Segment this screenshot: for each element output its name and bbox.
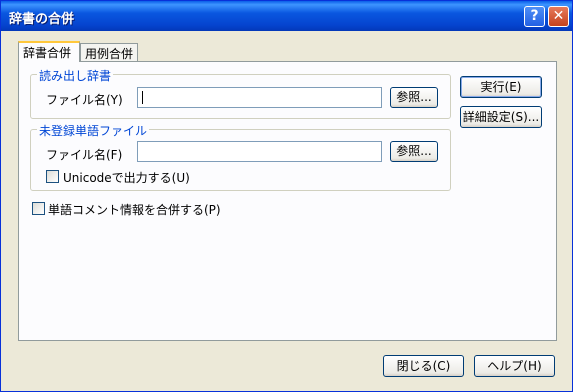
detail-settings-button[interactable]: 詳細設定(S)... xyxy=(460,106,542,128)
group-legend: 読み出し辞書 xyxy=(37,67,114,84)
group-legend: 未登録単語ファイル xyxy=(37,122,150,139)
close-button[interactable]: 閉じる(C) xyxy=(383,355,464,377)
tab-label: 辞書合併 xyxy=(23,46,72,60)
tab-example-merge[interactable]: 用例合併 xyxy=(80,43,138,62)
title-bar[interactable]: 辞書の合併 ? ✕ xyxy=(1,1,572,31)
merge-comment-checkbox[interactable] xyxy=(32,202,45,215)
merge-dictionary-window: 辞書の合併 ? ✕ 辞書合併 用例合併 読み出し辞書 ファイル名(Y) 参照..… xyxy=(0,0,573,392)
run-button[interactable]: 実行(E) xyxy=(460,76,542,98)
merge-comment-label[interactable]: 単語コメント情報を合併する(P) xyxy=(48,201,221,218)
tab-label: 用例合併 xyxy=(85,47,134,61)
close-icon[interactable]: ✕ xyxy=(548,6,569,27)
unicode-output-label[interactable]: Unicodeで出力する(U) xyxy=(63,169,190,186)
tab-dictionary-merge[interactable]: 辞書合併 xyxy=(18,41,80,62)
help-icon[interactable]: ? xyxy=(524,6,545,27)
text-cursor xyxy=(142,91,143,104)
file-name-label: ファイル名(Y) xyxy=(46,93,123,107)
help-button[interactable]: ヘルプ(H) xyxy=(474,355,555,377)
file-name-label: ファイル名(F) xyxy=(46,148,123,162)
browse-reading-button[interactable]: 参照... xyxy=(390,87,438,108)
reading-file-input[interactable] xyxy=(137,87,382,108)
window-title: 辞書の合併 xyxy=(9,12,75,27)
unregistered-file-input[interactable] xyxy=(137,141,382,162)
unicode-output-checkbox[interactable] xyxy=(46,170,59,183)
browse-unregistered-button[interactable]: 参照... xyxy=(390,141,438,162)
